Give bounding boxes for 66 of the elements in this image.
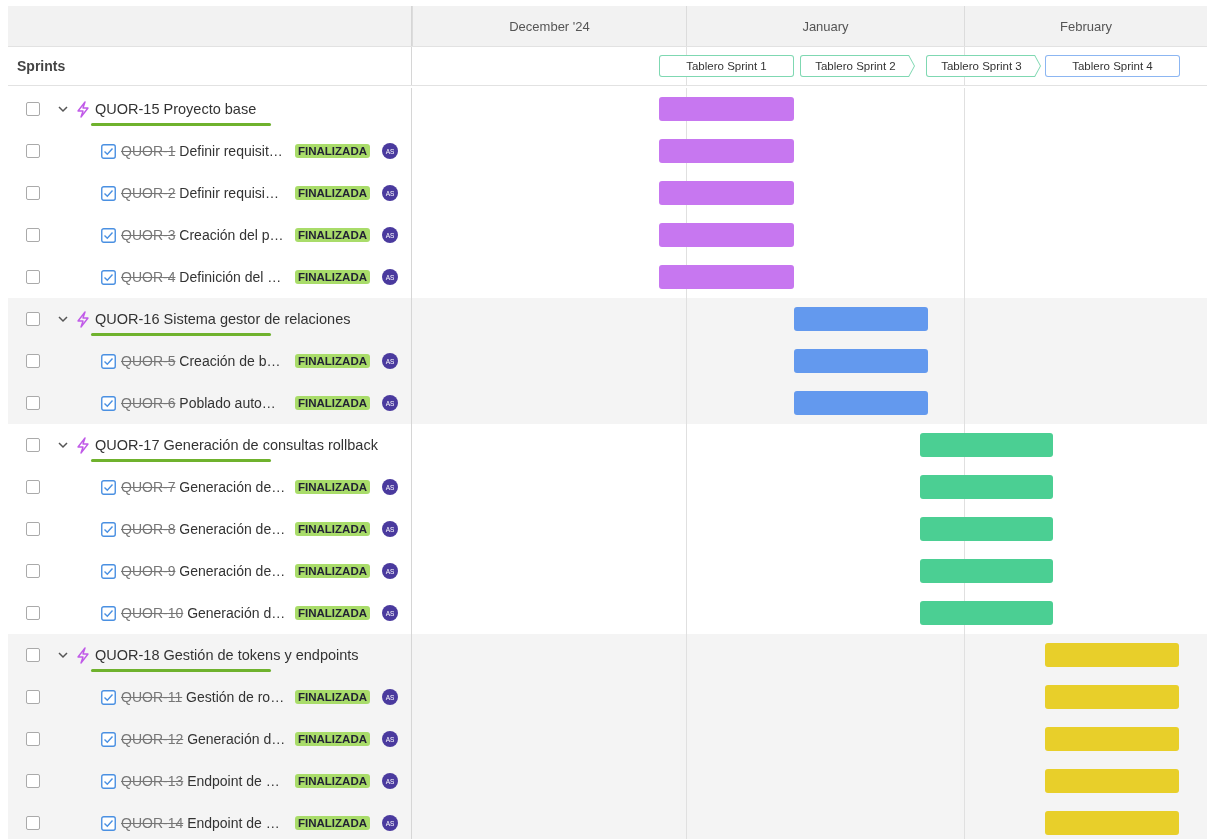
chevron-icon[interactable] bbox=[58, 650, 68, 660]
chevron-icon[interactable] bbox=[58, 104, 68, 114]
task-title[interactable]: QUOR-3 Creación del p… bbox=[121, 227, 291, 243]
row-checkbox[interactable] bbox=[26, 186, 40, 200]
status-label: FINALIZADA bbox=[295, 732, 370, 746]
row-checkbox[interactable] bbox=[26, 564, 40, 578]
epic-title[interactable]: QUOR-17 Generación de consultas rollback bbox=[95, 437, 378, 453]
status-label: FINALIZADA bbox=[295, 186, 370, 200]
row-checkbox[interactable] bbox=[26, 102, 40, 116]
row-checkbox[interactable] bbox=[26, 144, 40, 158]
chevron-icon[interactable] bbox=[58, 440, 68, 450]
status-label: FINALIZADA bbox=[295, 606, 370, 620]
task-title[interactable]: QUOR-9 Generación de… bbox=[121, 563, 291, 579]
task-title[interactable]: QUOR-6 Poblado auto… bbox=[121, 395, 291, 411]
row-checkbox[interactable] bbox=[26, 774, 40, 788]
lightning-icon bbox=[76, 646, 90, 664]
status-label: FINALIZADA bbox=[295, 270, 370, 284]
status-label: FINALIZADA bbox=[295, 774, 370, 788]
sprint-tag[interactable]: Tablero Sprint 2 bbox=[800, 55, 915, 77]
row-checkbox[interactable] bbox=[26, 228, 40, 242]
row-checkbox[interactable] bbox=[26, 732, 40, 746]
row-checkbox[interactable] bbox=[26, 690, 40, 704]
chevron-icon[interactable] bbox=[58, 314, 68, 324]
task-title[interactable]: QUOR-13 Endpoint de … bbox=[121, 773, 291, 789]
row-checkbox[interactable] bbox=[26, 354, 40, 368]
month-header: January bbox=[686, 6, 964, 46]
row-checkbox[interactable] bbox=[26, 396, 40, 410]
month-header: December '24 bbox=[412, 6, 686, 46]
epic-title[interactable]: QUOR-18 Gestión de tokens y endpoints bbox=[95, 647, 359, 663]
lightning-icon bbox=[76, 100, 90, 118]
task-title[interactable]: QUOR-14 Endpoint de … bbox=[121, 815, 291, 831]
row-checkbox[interactable] bbox=[26, 312, 40, 326]
status-label: FINALIZADA bbox=[295, 816, 370, 830]
epic-title[interactable]: QUOR-15 Proyecto base bbox=[95, 101, 257, 117]
status-label: FINALIZADA bbox=[295, 144, 370, 158]
status-label: FINALIZADA bbox=[295, 396, 370, 410]
task-title[interactable]: QUOR-10 Generación d… bbox=[121, 605, 291, 621]
task-title[interactable]: QUOR-11 Gestión de ro… bbox=[121, 689, 291, 705]
task-title[interactable]: QUOR-7 Generación de… bbox=[121, 479, 291, 495]
row-checkbox[interactable] bbox=[26, 270, 40, 284]
lightning-icon bbox=[76, 436, 90, 454]
row-checkbox[interactable] bbox=[26, 480, 40, 494]
task-title[interactable]: QUOR-2 Definir requisi… bbox=[121, 185, 291, 201]
status-label: FINALIZADA bbox=[295, 354, 370, 368]
row-checkbox[interactable] bbox=[26, 522, 40, 536]
month-header: February bbox=[964, 6, 1207, 46]
task-title[interactable]: QUOR-1 Definir requisit… bbox=[121, 143, 291, 159]
status-label: FINALIZADA bbox=[295, 564, 370, 578]
row-checkbox[interactable] bbox=[26, 648, 40, 662]
status-label: FINALIZADA bbox=[295, 480, 370, 494]
sprint-tag[interactable]: Tablero Sprint 4 bbox=[1045, 55, 1180, 77]
row-checkbox[interactable] bbox=[26, 816, 40, 830]
status-label: FINALIZADA bbox=[295, 522, 370, 536]
status-label: FINALIZADA bbox=[295, 228, 370, 242]
column-header: Sprints bbox=[16, 58, 66, 74]
row-checkbox[interactable] bbox=[26, 606, 40, 620]
lightning-icon bbox=[76, 310, 90, 328]
sprint-tag[interactable]: Tablero Sprint 3 bbox=[926, 55, 1041, 77]
row-checkbox[interactable] bbox=[26, 438, 40, 452]
epic-title[interactable]: QUOR-16 Sistema gestor de relaciones bbox=[95, 311, 351, 327]
sprint-tag[interactable]: Tablero Sprint 1 bbox=[659, 55, 794, 77]
task-title[interactable]: QUOR-5 Creación de b… bbox=[121, 353, 291, 369]
task-title[interactable]: QUOR-8 Generación de… bbox=[121, 521, 291, 537]
task-title[interactable]: QUOR-4 Definición del … bbox=[121, 269, 291, 285]
task-title[interactable]: QUOR-12 Generación d… bbox=[121, 731, 291, 747]
status-label: FINALIZADA bbox=[295, 690, 370, 704]
